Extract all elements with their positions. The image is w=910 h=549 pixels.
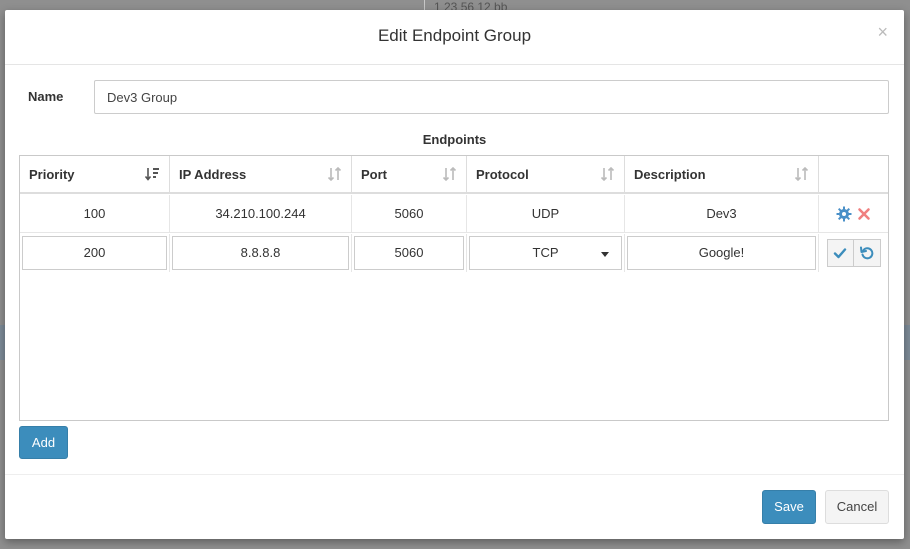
cell-description: Dev3: [625, 195, 819, 233]
protocol-select-value: TCP: [532, 245, 559, 260]
backdrop-text: 1 23 56 12 bb: [434, 0, 508, 10]
cell-ip-address: 34.210.100.244: [170, 195, 352, 233]
sort-icon[interactable]: [442, 167, 458, 181]
backdrop-strip-right: [904, 325, 910, 360]
add-button[interactable]: Add: [19, 426, 68, 459]
save-button[interactable]: Save: [762, 490, 816, 524]
ip-address-input[interactable]: 8.8.8.8: [172, 236, 349, 270]
priority-input[interactable]: 200: [22, 236, 167, 270]
sort-icon[interactable]: [600, 167, 616, 181]
cell-protocol: TCP: [467, 234, 625, 272]
sort-icon[interactable]: [327, 167, 343, 181]
sort-icon[interactable]: [794, 167, 810, 181]
column-header-description[interactable]: Description: [625, 156, 819, 192]
cell-ip-address: 8.8.8.8: [170, 234, 352, 272]
port-input[interactable]: 5060: [354, 236, 464, 270]
modal-header: Edit Endpoint Group ×: [5, 10, 904, 65]
undo-icon: [859, 246, 873, 260]
grid-header: Priority IP Address Port Protocol Descri…: [20, 156, 888, 194]
cell-protocol: UDP: [467, 195, 625, 233]
column-header-ip-address[interactable]: IP Address: [170, 156, 352, 192]
backdrop-divider: [424, 0, 425, 10]
undo-button[interactable]: [853, 239, 881, 267]
edit-endpoint-group-modal: Edit Endpoint Group × Name Endpoints Pri…: [5, 10, 904, 539]
check-icon: [833, 248, 847, 259]
confirm-button[interactable]: [826, 239, 854, 267]
delete-icon[interactable]: [856, 206, 872, 222]
table-row-editing[interactable]: 200 8.8.8.8 5060 TCP Google!: [20, 234, 888, 272]
column-label: Protocol: [476, 167, 529, 182]
name-input[interactable]: [94, 80, 889, 114]
cell-actions: [819, 234, 888, 272]
column-label: Priority: [29, 167, 75, 182]
name-row: Name: [28, 80, 890, 114]
description-input[interactable]: Google!: [627, 236, 816, 270]
protocol-select[interactable]: TCP: [469, 236, 622, 270]
endpoints-grid: Priority IP Address Port Protocol Descri…: [19, 155, 889, 421]
gear-icon[interactable]: [836, 206, 852, 222]
column-label: Description: [634, 167, 706, 182]
cell-priority: 100: [20, 195, 170, 233]
modal-title: Edit Endpoint Group: [377, 26, 532, 45]
cell-description: Google!: [625, 234, 819, 272]
close-icon[interactable]: ×: [877, 23, 888, 41]
column-label: IP Address: [179, 167, 247, 182]
column-header-actions: [819, 156, 888, 192]
sort-numeric-desc-icon[interactable]: [145, 167, 161, 181]
cell-port: 5060: [352, 195, 467, 233]
cell-port: 5060: [352, 234, 467, 272]
column-label: Port: [361, 167, 387, 182]
column-header-port[interactable]: Port: [352, 156, 467, 192]
table-row[interactable]: 100 34.210.100.244 5060 UDP Dev3: [20, 195, 888, 233]
name-label: Name: [28, 89, 64, 104]
cancel-button[interactable]: Cancel: [825, 490, 889, 524]
column-header-protocol[interactable]: Protocol: [467, 156, 625, 192]
cell-actions: [819, 195, 888, 233]
column-header-priority[interactable]: Priority: [20, 156, 170, 192]
caret-down-icon: [601, 252, 609, 257]
endpoints-title: Endpoints: [422, 132, 487, 147]
cell-priority: 200: [20, 234, 170, 272]
footer-divider: [5, 474, 904, 475]
row-edit-button-group: [826, 239, 881, 267]
